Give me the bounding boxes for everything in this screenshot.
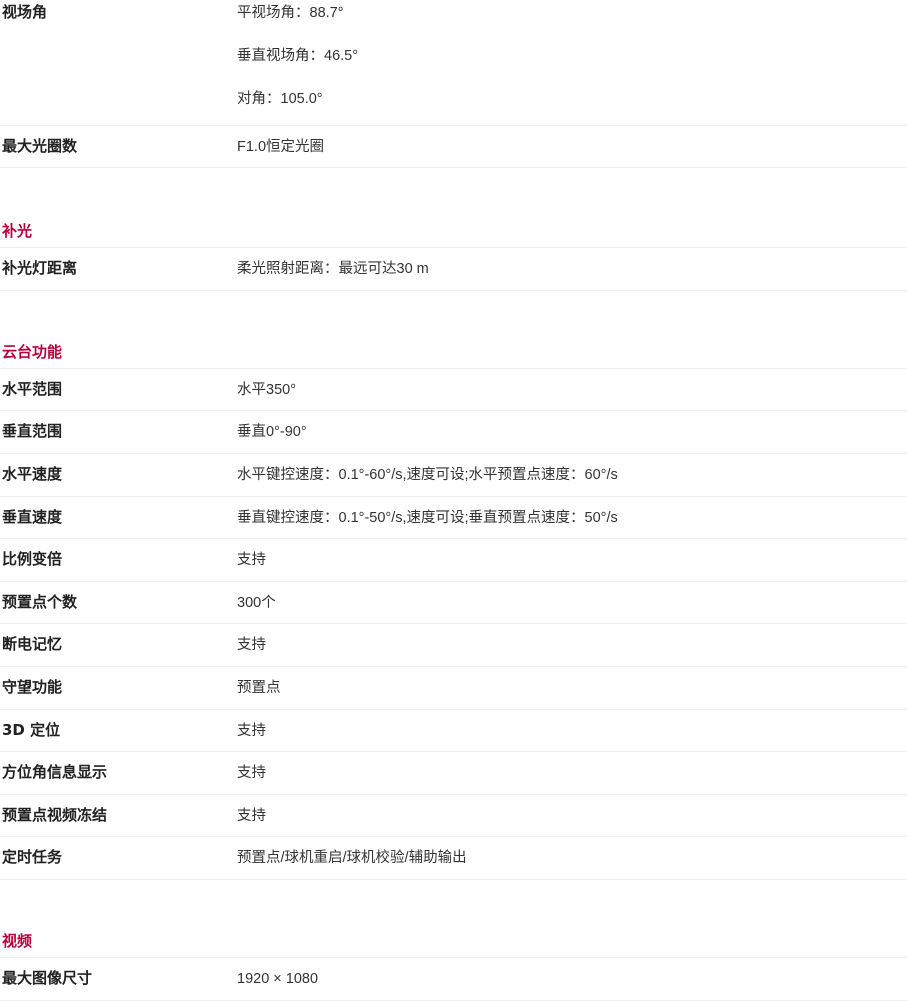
spec-value: 支持: [237, 637, 266, 653]
spec-value: 支持: [237, 765, 266, 781]
spec-label: 方位角信息显示: [2, 763, 108, 781]
section-title-ptz: 云台功能: [0, 331, 907, 369]
spec-value: 支持: [237, 723, 266, 739]
spec-label: 最大图像尺寸: [2, 969, 93, 987]
fov-vertical: 垂直视场角：46.5°: [237, 48, 359, 64]
spec-row: 断电记忆 支持: [0, 624, 907, 667]
spec-label: 视场角: [2, 3, 48, 21]
spec-label: 水平范围: [2, 380, 63, 398]
spec-label: 垂直范围: [2, 422, 63, 440]
spec-label: 3D 定位: [2, 721, 61, 739]
spec-value: 垂直键控速度：0.1°-50°/s,速度可设;垂直预置点速度：50°/s: [237, 510, 618, 526]
spec-value: 300个: [237, 595, 276, 611]
spec-label: 预置点视频冻结: [2, 806, 108, 824]
section-title-video: 视频: [0, 920, 907, 958]
spec-row: 定时任务 预置点/球机重启/球机校验/辅助输出: [0, 837, 907, 880]
spec-row-fov: 视场角 平视场角：88.7° 垂直视场角：46.5° 对角：105.0°: [0, 0, 907, 126]
spec-row: 预置点视频冻结 支持: [0, 795, 907, 837]
spec-row: 水平速度 水平键控速度：0.1°-60°/s,速度可设;水平预置点速度：60°/…: [0, 454, 907, 497]
spec-label: 补光灯距离: [2, 259, 78, 277]
spec-value: 垂直0°-90°: [237, 424, 307, 440]
spec-row: 方位角信息显示 支持: [0, 752, 907, 795]
spec-label: 断电记忆: [2, 635, 63, 653]
spec-label: 比例变倍: [2, 550, 63, 568]
spec-value: 柔光照射距离：最远可达30 m: [237, 261, 429, 277]
spec-row: 垂直速度 垂直键控速度：0.1°-50°/s,速度可设;垂直预置点速度：50°/…: [0, 497, 907, 539]
spec-value: 平视场角：88.7° 垂直视场角：46.5° 对角：105.0°: [237, 0, 907, 132]
spec-value: F1.0恒定光圈: [237, 139, 325, 155]
spec-row: 水平范围 水平350°: [0, 369, 907, 411]
spec-value: 支持: [237, 552, 266, 568]
spec-row: 3D 定位 支持: [0, 710, 907, 752]
spec-value: 水平键控速度：0.1°-60°/s,速度可设;水平预置点速度：60°/s: [237, 467, 618, 483]
spec-value: 预置点/球机重启/球机校验/辅助输出: [237, 850, 467, 866]
spec-value: 支持: [237, 808, 266, 824]
spec-table: 视场角 平视场角：88.7° 垂直视场角：46.5° 对角：105.0° 最大光…: [0, 0, 907, 1001]
spec-value: 水平350°: [237, 382, 296, 398]
spec-row: 补光灯距离 柔光照射距离：最远可达30 m: [0, 248, 907, 291]
spec-label: 水平速度: [2, 465, 63, 483]
spec-row: 垂直范围 垂直0°-90°: [0, 411, 907, 454]
spec-value: 1920 × 1080: [237, 971, 319, 987]
spec-label: 定时任务: [2, 848, 63, 866]
spec-label: 预置点个数: [2, 593, 78, 611]
section-title-fill-light: 补光: [0, 210, 907, 248]
spec-row: 守望功能 预置点: [0, 667, 907, 710]
fov-horizontal: 平视场角：88.7°: [237, 5, 344, 21]
ptz-rows: 水平范围 水平350° 垂直范围 垂直0°-90° 水平速度 水平键控速度：0.…: [0, 369, 907, 880]
spec-row: 比例变倍 支持: [0, 539, 907, 582]
spec-row-aperture: 最大光圈数 F1.0恒定光圈: [0, 126, 907, 168]
spec-row: 预置点个数 300个: [0, 582, 907, 624]
spec-label: 守望功能: [2, 678, 63, 696]
spec-value: 预置点: [237, 680, 281, 696]
spec-label: 最大光圈数: [2, 137, 78, 155]
spec-row: 最大图像尺寸 1920 × 1080: [0, 958, 907, 1001]
spec-label: 垂直速度: [2, 508, 63, 526]
